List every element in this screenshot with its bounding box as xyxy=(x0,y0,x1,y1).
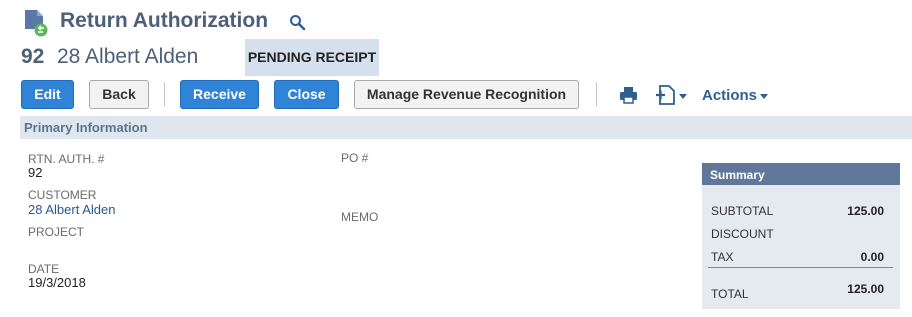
toolbar-divider xyxy=(164,82,165,107)
rtn-auth-value: 92 xyxy=(28,165,43,180)
subtotal-value: 125.00 xyxy=(847,204,884,218)
memo-label: MEMO xyxy=(341,210,379,224)
rtn-auth-label: RTN. AUTH. # xyxy=(28,152,105,166)
toolbar-divider xyxy=(596,82,597,107)
summary-divider xyxy=(708,267,893,268)
edit-button[interactable]: Edit xyxy=(21,80,74,109)
date-label: DATE xyxy=(28,262,60,276)
print-icon[interactable] xyxy=(619,86,638,104)
total-value: 125.00 xyxy=(847,282,884,296)
total-label: TOTAL xyxy=(711,287,749,301)
status-badge: PENDING RECEIPT xyxy=(245,39,379,76)
tax-label: TAX xyxy=(711,250,734,264)
date-value: 19/3/2018 xyxy=(28,275,86,290)
customer-label: CUSTOMER xyxy=(28,188,97,202)
close-button[interactable]: Close xyxy=(274,80,339,109)
record-number: 92 xyxy=(21,45,45,68)
record-name: 28 Albert Alden xyxy=(57,45,199,68)
return-document-icon xyxy=(25,10,48,37)
summary-title: Summary xyxy=(710,168,765,182)
chevron-down-icon[interactable] xyxy=(760,94,768,99)
search-icon[interactable] xyxy=(289,14,306,31)
manage-revenue-recognition-button[interactable]: Manage Revenue Recognition xyxy=(354,80,579,109)
actions-menu[interactable]: Actions xyxy=(702,87,757,104)
page-title: Return Authorization xyxy=(60,9,269,32)
back-button[interactable]: Back xyxy=(89,80,149,109)
subtotal-label: SUBTOTAL xyxy=(711,204,774,218)
po-label: PO # xyxy=(341,151,369,165)
section-title: Primary Information xyxy=(24,120,148,135)
tax-value: 0.00 xyxy=(860,250,884,264)
project-label: PROJECT xyxy=(28,225,85,239)
receive-button[interactable]: Receive xyxy=(180,80,259,109)
chevron-down-icon[interactable] xyxy=(679,94,687,99)
section-bar[interactable] xyxy=(20,116,912,139)
customer-link[interactable]: 28 Albert Alden xyxy=(28,202,115,217)
new-document-icon[interactable] xyxy=(655,85,677,105)
discount-label: DISCOUNT xyxy=(711,227,774,241)
